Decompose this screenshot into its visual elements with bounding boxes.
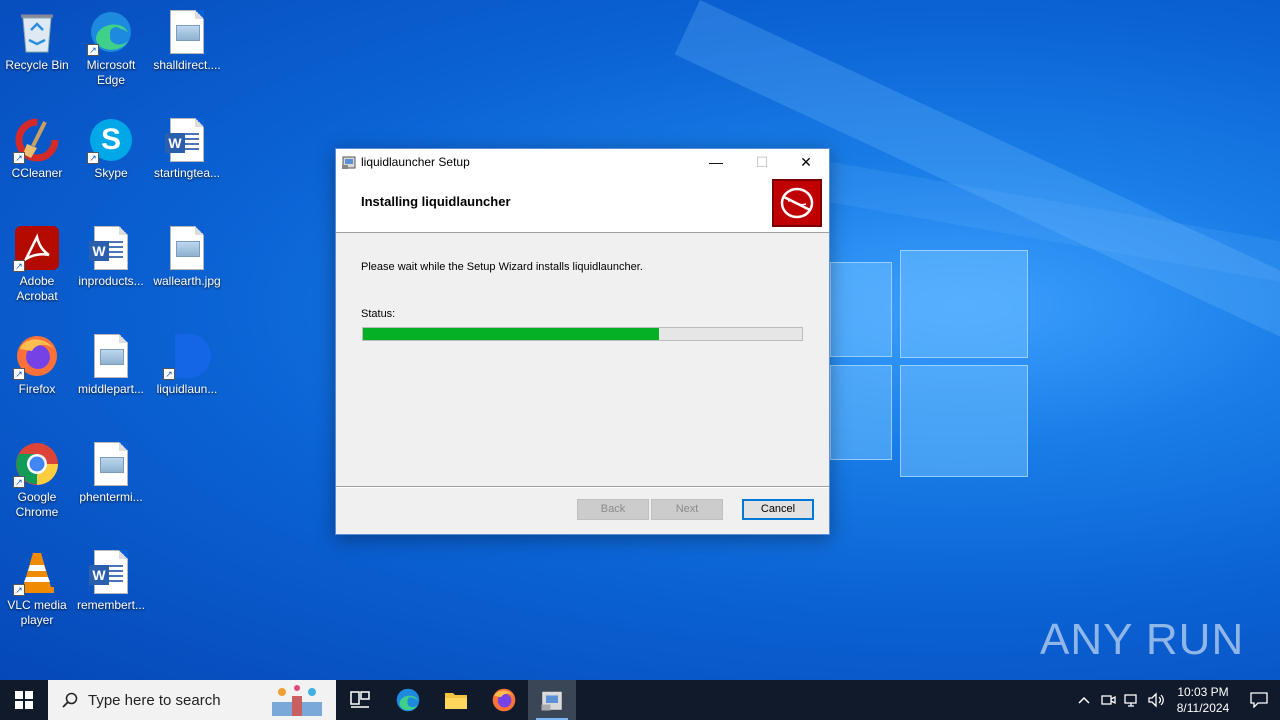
firefox-icon — [492, 688, 516, 712]
image-file-icon — [87, 440, 135, 488]
setup-banner-icon — [772, 179, 822, 227]
installer-icon — [342, 156, 356, 169]
desktop-icon-inproducts[interactable]: W inproducts... — [74, 224, 148, 289]
search-icon — [62, 692, 78, 708]
image-file-icon — [163, 8, 211, 56]
desktop-icon-ccleaner[interactable]: ↗ CCleaner — [0, 116, 74, 181]
shortcut-arrow-icon: ↗ — [87, 152, 99, 164]
taskbar: Type here to search 10:03 PM 8/11/2024 — [0, 680, 1280, 720]
shortcut-arrow-icon: ↗ — [163, 368, 175, 380]
anyrun-watermark: ANY RUN — [1040, 615, 1245, 664]
back-button[interactable]: Back — [577, 499, 649, 520]
task-view-icon — [350, 691, 370, 708]
taskbar-file-explorer[interactable] — [432, 680, 480, 720]
minimize-button[interactable]: — — [693, 149, 739, 175]
firefox-icon: ↗ — [13, 332, 61, 380]
ccleaner-icon: ↗ — [13, 116, 61, 164]
desktop-icon-adobe-acrobat[interactable]: ↗ Adobe Acrobat — [0, 224, 74, 304]
desktop-icon-middlepart[interactable]: middlepart... — [74, 332, 148, 397]
desktop-icon-skype[interactable]: S ↗ Skype — [74, 116, 148, 181]
installer-icon — [541, 691, 562, 711]
taskbar-edge[interactable] — [384, 680, 432, 720]
start-button[interactable] — [0, 680, 48, 720]
progress-fill — [363, 328, 660, 340]
install-message: Please wait while the Setup Wizard insta… — [361, 261, 643, 273]
desktop-icon-recycle-bin[interactable]: Recycle Bin — [0, 8, 74, 73]
clock-time: 10:03 PM — [1177, 685, 1229, 699]
desktop-icon-startingtea[interactable]: W startingtea... — [150, 116, 224, 181]
word-document-icon: W — [87, 548, 135, 596]
desktop-icon-remembert[interactable]: W remembert... — [74, 548, 148, 613]
skype-icon: S ↗ — [87, 116, 135, 164]
search-placeholder: Type here to search — [88, 691, 221, 709]
network-icon[interactable] — [1120, 680, 1144, 720]
status-label: Status: — [361, 308, 396, 320]
shortcut-arrow-icon: ↗ — [13, 368, 25, 380]
image-file-icon — [163, 224, 211, 272]
desktop-icon-google-chrome[interactable]: ↗ Google Chrome — [0, 440, 74, 520]
notification-center-button[interactable] — [1238, 680, 1280, 720]
taskbar-installer[interactable] — [528, 680, 576, 720]
shortcut-arrow-icon: ↗ — [13, 476, 25, 488]
desktop-icon-phentermi[interactable]: phentermi... — [74, 440, 148, 505]
setup-dialog: liquidlauncher Setup — ☐ ✕ Installing li… — [335, 148, 830, 535]
dialog-titlebar[interactable]: liquidlauncher Setup — ☐ ✕ — [336, 149, 829, 175]
chrome-icon: ↗ — [13, 440, 61, 488]
volume-icon[interactable] — [1144, 680, 1168, 720]
desktop-icon-vlc[interactable]: ↗ VLC media player — [0, 548, 74, 628]
shortcut-arrow-icon: ↗ — [87, 44, 99, 56]
windows-start-icon — [15, 691, 33, 709]
desktop-icon-firefox[interactable]: ↗ Firefox — [0, 332, 74, 397]
liquidlauncher-icon: ↗ — [163, 332, 211, 380]
desktop-icon-liquidlauncher[interactable]: ↗ liquidlaun... — [150, 332, 224, 397]
adobe-acrobat-icon: ↗ — [13, 224, 61, 272]
install-progress-bar — [362, 327, 803, 341]
taskbar-search-box[interactable]: Type here to search — [48, 680, 336, 720]
vlc-cone-icon: ↗ — [13, 548, 61, 596]
cancel-button[interactable]: Cancel — [742, 499, 814, 520]
edge-icon — [396, 688, 420, 712]
desktop-icon-wallearth[interactable]: wallearth.jpg — [150, 224, 224, 289]
desktop-icon-shalldirect[interactable]: shalldirect.... — [150, 8, 224, 73]
image-file-icon — [87, 332, 135, 380]
clock-date: 8/11/2024 — [1176, 701, 1230, 715]
recycle-bin-icon — [13, 8, 61, 56]
footer-divider — [336, 486, 829, 488]
shortcut-arrow-icon: ↗ — [13, 152, 25, 164]
meet-now-icon[interactable] — [1096, 680, 1120, 720]
shortcut-arrow-icon: ↗ — [13, 584, 25, 596]
taskbar-firefox[interactable] — [480, 680, 528, 720]
show-hidden-icons-chevron-icon[interactable] — [1072, 680, 1096, 720]
notification-icon — [1250, 692, 1268, 708]
dialog-heading: Installing liquidlauncher — [361, 194, 511, 209]
next-button[interactable]: Next — [651, 499, 723, 520]
taskbar-clock[interactable]: 10:03 PM 8/11/2024 — [1168, 684, 1238, 716]
windows-logo-wallpaper — [830, 240, 1030, 480]
word-document-icon: W — [163, 116, 211, 164]
folder-icon — [445, 693, 467, 709]
system-tray: 10:03 PM 8/11/2024 — [1072, 680, 1280, 720]
word-document-icon: W — [87, 224, 135, 272]
close-button[interactable]: ✕ — [783, 149, 829, 175]
task-view-button[interactable] — [336, 680, 384, 720]
search-highlight-illustration — [272, 685, 322, 716]
dialog-title: liquidlauncher Setup — [361, 155, 470, 169]
desktop-icon-microsoft-edge[interactable]: ↗ Microsoft Edge — [74, 8, 148, 88]
shortcut-arrow-icon: ↗ — [13, 260, 25, 272]
maximize-button[interactable]: ☐ — [739, 149, 785, 175]
edge-icon: ↗ — [87, 8, 135, 56]
dialog-header: Installing liquidlauncher — [336, 175, 829, 233]
